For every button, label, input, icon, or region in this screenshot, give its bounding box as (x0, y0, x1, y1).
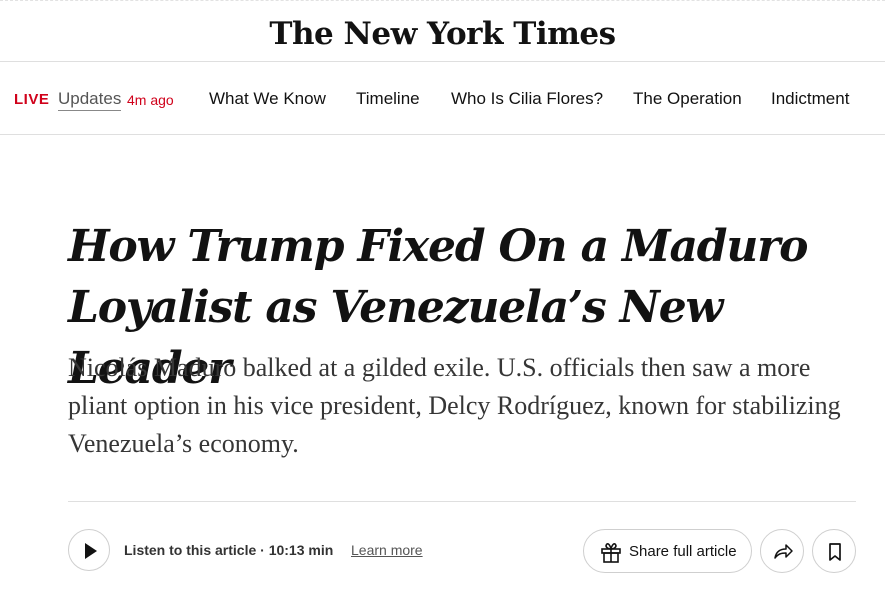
nav-link-timeline[interactable]: Timeline (356, 89, 420, 109)
divider (68, 501, 856, 502)
masthead-logo[interactable]: The New York Times (0, 12, 885, 56)
learn-more-link[interactable]: Learn more (351, 542, 423, 558)
nav-link-the-operation[interactable]: The Operation (633, 89, 742, 109)
share-full-article-button[interactable]: Share full article (583, 529, 752, 573)
nav-link-cilia-flores[interactable]: Who Is Cilia Flores? (451, 89, 603, 109)
save-bookmark-button[interactable] (812, 529, 856, 573)
nav-link-indictment[interactable]: Indictment (771, 89, 849, 109)
share-arrow-icon (774, 544, 793, 559)
live-nav-bar: LIVE Updates 4m ago What We Know Timelin… (0, 61, 885, 135)
updates-link[interactable]: Updates (58, 89, 122, 111)
nav-link-what-we-know[interactable]: What We Know (209, 89, 326, 109)
updated-time-ago: 4m ago (127, 92, 174, 108)
share-full-article-label: Share full article (629, 543, 737, 560)
play-icon (85, 543, 97, 559)
article-summary: Nicolás Maduro balked at a gilded exile.… (68, 353, 841, 458)
live-label[interactable]: LIVE (14, 91, 49, 108)
gift-icon (601, 543, 621, 563)
bookmark-icon (829, 543, 841, 561)
listen-to-article-text: Listen to this article · 10:13 min (124, 542, 334, 558)
play-audio-button[interactable] (68, 529, 110, 571)
share-button[interactable] (760, 529, 804, 573)
top-rule (0, 0, 885, 4)
